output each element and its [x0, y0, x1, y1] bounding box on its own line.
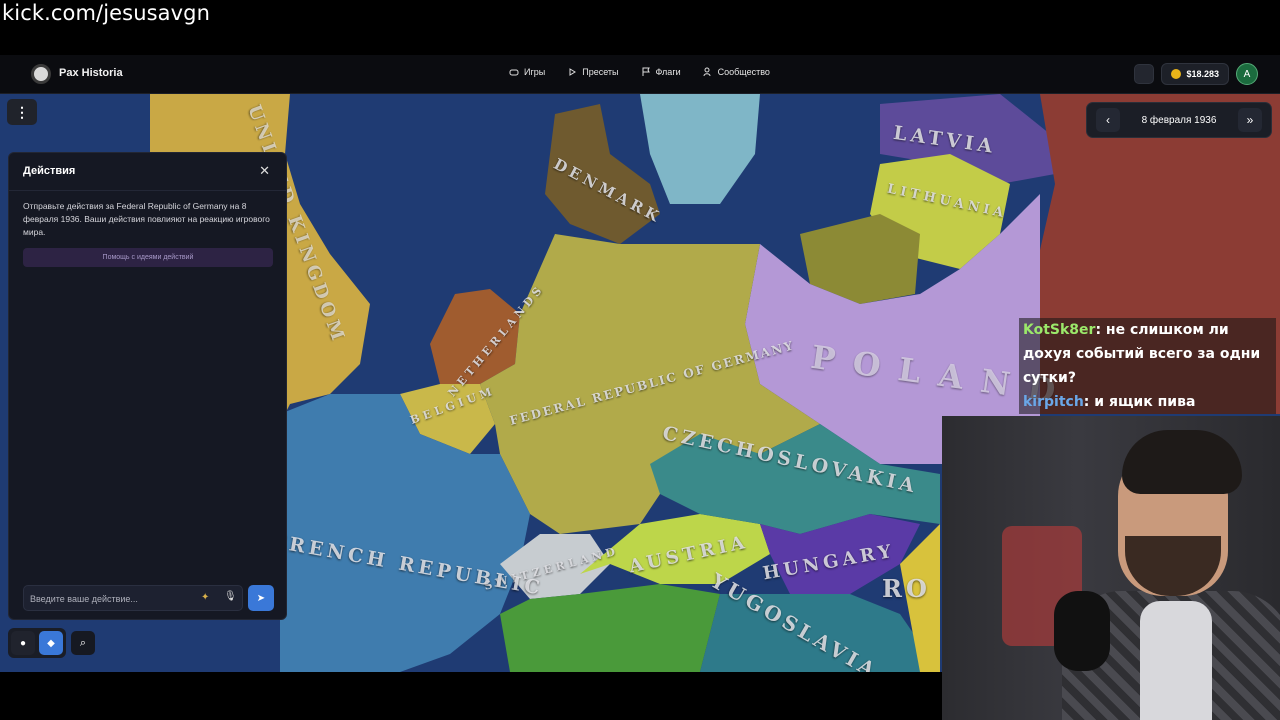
chevron-left-icon[interactable]: ‹	[1096, 108, 1120, 132]
play-icon	[569, 68, 577, 76]
pin-icon[interactable]: ◆	[39, 631, 63, 655]
letterbox-bottom	[0, 672, 942, 720]
top-right-controls: $18.283 A	[1134, 63, 1258, 85]
coin-icon	[1171, 69, 1182, 79]
actions-panel-title: Действия	[23, 165, 76, 177]
fast-forward-icon[interactable]: »	[1238, 108, 1262, 132]
chat-username: KotSk8er	[1023, 322, 1096, 338]
nav-label: Игры	[524, 67, 546, 77]
nav-label: Пресеты	[582, 67, 619, 77]
webcam-hair	[1122, 430, 1242, 494]
stream-frame: kick.com/jesusavgn Pax Historia Игры Пре…	[0, 0, 1280, 720]
avatar[interactable]: A	[1236, 63, 1258, 85]
balance-amount: $18.283	[1186, 69, 1219, 79]
date-control: ‹ 8 февраля 1936 »	[1086, 102, 1272, 138]
current-date: 8 февраля 1936	[1141, 114, 1217, 126]
nav-flags[interactable]: Флаги	[641, 67, 681, 77]
globe-logo-icon[interactable]	[31, 64, 51, 84]
top-navbar: Pax Historia Игры Пресеты Флаги Сообщест…	[0, 55, 1280, 94]
people-icon	[703, 67, 711, 77]
actions-description: Отправьте действия за Federal Republic o…	[23, 201, 270, 237]
actions-panel-header: Действия ✕	[9, 153, 286, 191]
bottom-tools: ● ◆ ⌕	[8, 628, 95, 658]
action-input-wrap: ✦ 🎙	[23, 585, 243, 611]
actions-panel: Действия ✕ Отправьте действия за Federal…	[8, 152, 287, 620]
close-icon[interactable]: ✕	[259, 163, 270, 179]
chat-username: kirpitch	[1023, 394, 1084, 410]
chat-message: kirpitch: и ящик пива	[1019, 390, 1276, 414]
gift-icon[interactable]	[1134, 64, 1155, 84]
map-label-romania: RO	[882, 574, 931, 603]
mic-icon[interactable]: 🎙	[224, 591, 237, 602]
menu-button[interactable]: ⋮	[7, 99, 37, 125]
action-ideas-button[interactable]: Помощь с идеями действий	[23, 248, 273, 267]
webcam-feed	[942, 416, 1280, 720]
nav-label: Сообщество	[717, 67, 770, 77]
stream-url: kick.com/jesusavgn	[2, 1, 210, 25]
chat-icon[interactable]: ●	[11, 631, 35, 655]
webcam-microphone	[1054, 591, 1110, 671]
mode-toggle: ● ◆	[8, 628, 66, 658]
send-button[interactable]: ➤	[248, 585, 274, 611]
nav-community[interactable]: Сообщество	[703, 67, 770, 77]
action-input[interactable]	[30, 590, 190, 608]
sparkle-icon[interactable]: ✦	[201, 592, 209, 603]
main-nav: Игры Пресеты Флаги Сообщество	[509, 67, 770, 77]
nav-games[interactable]: Игры	[509, 67, 545, 77]
webcam-tshirt	[1140, 601, 1212, 720]
chat-text: : и ящик пива	[1083, 394, 1196, 410]
nav-presets[interactable]: Пресеты	[567, 67, 619, 77]
brand-name[interactable]: Pax Historia	[59, 67, 123, 79]
gamepad-icon	[509, 69, 519, 76]
search-icon[interactable]: ⌕	[71, 631, 95, 655]
balance-badge[interactable]: $18.283	[1161, 63, 1229, 85]
chat-message: KotSk8er: не слишком ли дохуя событий вс…	[1019, 318, 1276, 390]
stream-chat: KotSk8er: не слишком ли дохуя событий вс…	[1019, 318, 1276, 414]
nav-label: Флаги	[655, 67, 681, 77]
flag-icon	[642, 67, 650, 76]
